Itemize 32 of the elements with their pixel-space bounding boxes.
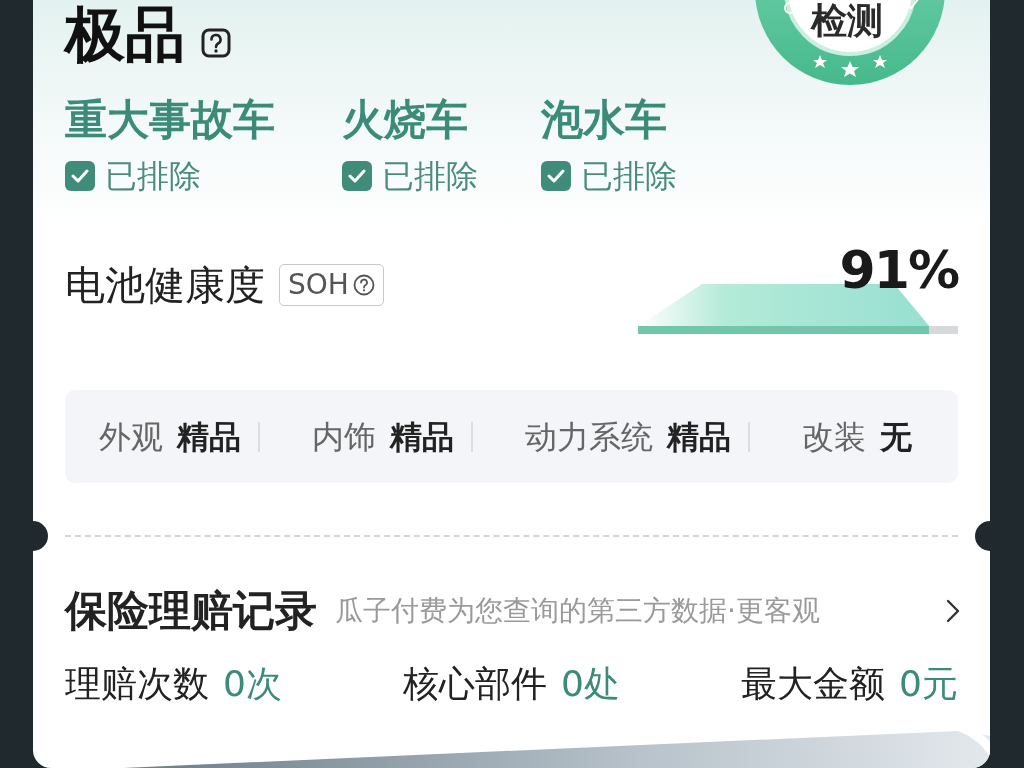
rating-value: 精品 <box>177 416 241 457</box>
stat-label: 最大金额 <box>741 662 886 706</box>
section-subtitle: 瓜子付费为您查询的第三方数据·更客观 <box>335 593 820 629</box>
rating-label: 外观 <box>99 416 163 457</box>
battery-percentage: 91% <box>839 244 958 296</box>
rating-value: 无 <box>880 416 912 457</box>
stat-value: 0处 <box>561 662 620 706</box>
card-notch <box>33 521 48 551</box>
card-notch <box>975 521 990 551</box>
rating-label: 改装 <box>802 416 866 457</box>
chevron-right-icon[interactable] <box>946 599 960 623</box>
stat-label: 理赔次数 <box>65 662 209 706</box>
rating-value: 精品 <box>390 416 454 457</box>
soh-info-button[interactable]: SOH <box>279 264 384 306</box>
grade-title: 极品 <box>65 4 185 64</box>
check-item-title: 火烧车 <box>342 96 469 144</box>
check-item-title: 重大事故车 <box>65 96 276 144</box>
status-text: 已排除 <box>105 160 201 192</box>
help-circle-icon <box>352 274 375 296</box>
battery-health-label: 电池健康度 <box>65 264 265 306</box>
check-item-title: 泡水车 <box>541 96 668 144</box>
rating-label: 内饰 <box>312 416 376 457</box>
help-icon[interactable] <box>201 28 231 58</box>
badge-label: 检测 <box>811 3 883 39</box>
rating-label: 动力系统 <box>525 416 653 457</box>
status-text: 已排除 <box>382 160 478 192</box>
rating-value: 精品 <box>667 416 731 457</box>
status-text: 已排除 <box>581 160 677 192</box>
stat-value: 0元 <box>899 662 958 706</box>
section-title: 保险理赔记录 <box>65 587 317 635</box>
stat-label: 核心部件 <box>403 662 548 706</box>
stat-value: 0次 <box>223 662 282 706</box>
